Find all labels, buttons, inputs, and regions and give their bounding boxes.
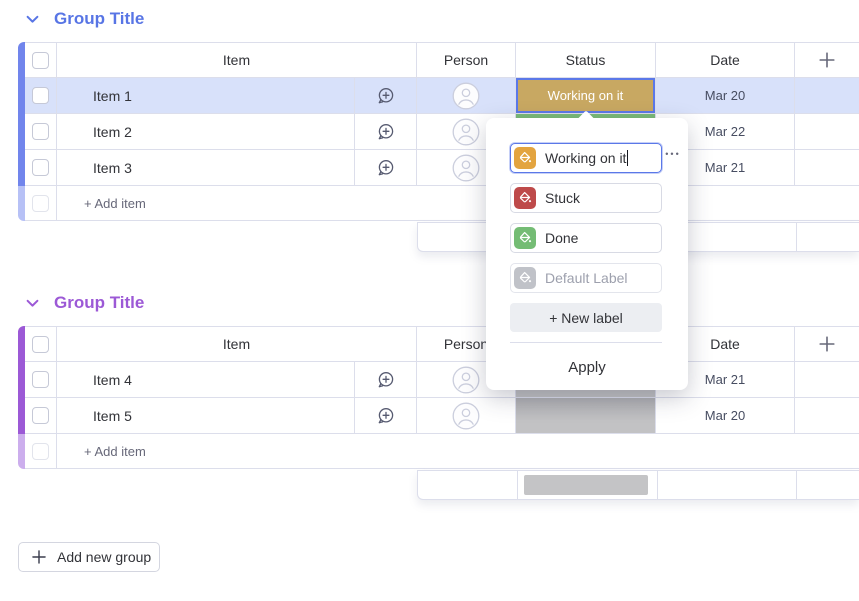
empty-cell xyxy=(795,78,859,113)
avatar-icon xyxy=(452,402,480,429)
empty-cell xyxy=(795,362,859,397)
add-item-button[interactable]: + Add item xyxy=(84,186,146,220)
speech-bubble-plus-icon xyxy=(378,159,393,175)
add-update-button[interactable] xyxy=(355,150,417,185)
item-name[interactable]: Item 2 xyxy=(57,114,355,149)
table-header-row: Item Person Status Date xyxy=(25,43,859,78)
table-row[interactable]: Item 2 Mar 22 xyxy=(25,114,859,150)
item-name[interactable]: Item 3 xyxy=(57,150,355,185)
row-checkbox[interactable] xyxy=(25,78,57,113)
board: Group Title Item Person Status Date Item… xyxy=(0,0,859,601)
column-header-item[interactable]: Item xyxy=(57,327,417,361)
add-update-button[interactable] xyxy=(355,362,417,397)
plus-icon xyxy=(819,336,835,352)
row-checkbox[interactable] xyxy=(25,114,57,149)
table-header-row: Item Person Status Date xyxy=(25,327,859,362)
label-option-done[interactable]: Done xyxy=(510,223,662,253)
apply-button[interactable]: Apply xyxy=(486,355,688,380)
label-option-text: Default Label xyxy=(545,270,628,286)
group-title[interactable]: Group Title xyxy=(54,293,144,313)
speech-bubble-plus-icon xyxy=(378,407,393,423)
empty-cell xyxy=(795,150,859,185)
row-checkbox[interactable] xyxy=(25,398,57,433)
label-edit-input[interactable]: Working on it xyxy=(510,143,662,173)
row-checkbox-disabled xyxy=(25,434,57,468)
collapse-group-icon[interactable] xyxy=(26,299,39,308)
row-checkbox[interactable] xyxy=(25,362,57,397)
label-option-default[interactable]: Default Label xyxy=(510,263,662,293)
avatar-icon xyxy=(452,118,480,145)
speech-bubble-plus-icon xyxy=(378,123,393,139)
more-options-button[interactable]: ••• xyxy=(662,149,684,159)
popup-divider xyxy=(510,342,662,343)
person-cell[interactable] xyxy=(417,78,516,113)
group-1-header: Group Title xyxy=(26,9,144,29)
date-cell[interactable]: Mar 20 xyxy=(656,398,795,433)
group-2-header: Group Title xyxy=(26,293,144,313)
add-new-group-label: Add new group xyxy=(57,549,152,565)
column-header-status[interactable]: Status xyxy=(516,43,656,77)
add-column-button[interactable] xyxy=(795,327,859,361)
add-item-row[interactable]: + Add item xyxy=(25,434,859,469)
plus-icon xyxy=(32,550,46,564)
item-name[interactable]: Item 1 xyxy=(57,78,355,113)
label-option-text: Done xyxy=(545,230,579,246)
avatar-icon xyxy=(452,82,480,109)
avatar-icon xyxy=(452,154,480,181)
status-summary-bar[interactable] xyxy=(524,475,648,495)
label-swatch-stuck[interactable] xyxy=(514,187,536,209)
empty-cell xyxy=(795,398,859,433)
label-edit-value: Working on it xyxy=(545,150,627,166)
group-color-bar xyxy=(18,326,25,469)
row-checkbox-disabled xyxy=(25,186,57,220)
speech-bubble-plus-icon xyxy=(378,87,393,103)
new-label-button[interactable]: + New label xyxy=(510,303,662,332)
status-label-popup: Working on it ••• Stuck Done Default Lab… xyxy=(486,110,688,390)
table-row[interactable]: Item 1 Working on it Mar 20 xyxy=(25,78,859,114)
paint-bucket-icon xyxy=(519,191,532,203)
add-item-button[interactable]: + Add item xyxy=(84,434,146,468)
status-cell[interactable] xyxy=(516,398,656,433)
add-update-button[interactable] xyxy=(355,398,417,433)
add-item-row[interactable]: + Add item xyxy=(25,186,859,221)
row-checkbox[interactable] xyxy=(25,150,57,185)
label-option-text: Stuck xyxy=(545,190,581,206)
status-cell[interactable]: Working on it xyxy=(516,78,656,113)
collapse-group-icon[interactable] xyxy=(26,15,39,24)
speech-bubble-plus-icon xyxy=(378,371,393,387)
text-cursor xyxy=(627,150,629,166)
table-row[interactable]: Item 5 Mar 20 xyxy=(25,398,859,434)
person-cell[interactable] xyxy=(417,398,516,433)
group-2-table: Item Person Status Date Item 4 Mar 21 It… xyxy=(18,326,859,469)
label-option-stuck[interactable]: Stuck xyxy=(510,183,662,213)
item-name[interactable]: Item 4 xyxy=(57,362,355,397)
date-cell[interactable]: Mar 20 xyxy=(656,78,795,113)
avatar-icon xyxy=(452,366,480,393)
paint-bucket-icon xyxy=(519,151,532,163)
select-all-checkbox[interactable] xyxy=(25,327,57,361)
column-header-date[interactable]: Date xyxy=(656,43,795,77)
group-color-bar xyxy=(18,42,25,221)
label-swatch-default[interactable] xyxy=(514,267,536,289)
group-title[interactable]: Group Title xyxy=(54,9,144,29)
status-label: Working on it xyxy=(516,78,655,113)
column-header-person[interactable]: Person xyxy=(417,43,516,77)
add-update-button[interactable] xyxy=(355,78,417,113)
label-swatch-working[interactable] xyxy=(514,147,536,169)
table-row[interactable]: Item 4 Mar 21 xyxy=(25,362,859,398)
add-update-button[interactable] xyxy=(355,114,417,149)
select-all-checkbox[interactable] xyxy=(25,43,57,77)
paint-bucket-icon xyxy=(519,271,532,283)
column-header-item[interactable]: Item xyxy=(57,43,417,77)
add-new-group-button[interactable]: Add new group xyxy=(18,542,160,572)
group-2-summary-row xyxy=(417,470,859,500)
item-name[interactable]: Item 5 xyxy=(57,398,355,433)
label-swatch-done[interactable] xyxy=(514,227,536,249)
empty-cell xyxy=(795,114,859,149)
group-1-table: Item Person Status Date Item 1 Working o… xyxy=(18,42,859,221)
table-row[interactable]: Item 3 Mar 21 xyxy=(25,150,859,186)
plus-icon xyxy=(819,52,835,68)
paint-bucket-icon xyxy=(519,231,532,243)
add-column-button[interactable] xyxy=(795,43,859,77)
